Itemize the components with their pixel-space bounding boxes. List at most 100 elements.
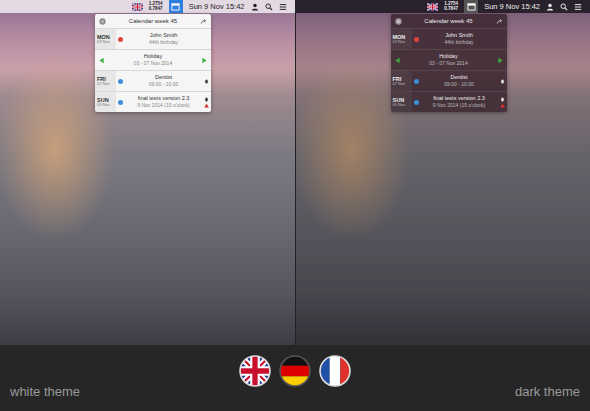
event-title: final tests version 2.3: [433, 95, 485, 102]
event-date-text: 07 Nov: [97, 82, 116, 86]
event-detail: 44th birthday: [445, 39, 474, 45]
event-title: final tests version 2.3: [138, 95, 190, 102]
event-title: Holiday: [144, 53, 162, 60]
desktop: 1.27540.7847 Sun 9 Nov 15:42 Calendar we…: [0, 0, 295, 345]
flag-icon[interactable]: [132, 3, 143, 11]
calendar-color-dot: [414, 79, 419, 84]
language-flags: [239, 355, 351, 387]
event-detail: 03 - 07 Nov 2014: [134, 60, 172, 66]
calendar-menu-item[interactable]: [169, 0, 183, 13]
popup-title: Calendar week 45: [406, 18, 492, 24]
event-date: MON 03 Nov: [95, 29, 116, 49]
previous-arrow-icon[interactable]: [98, 57, 105, 64]
event-detail: 09:00 - 10:00: [149, 81, 178, 87]
event-title: Dentist: [155, 74, 172, 81]
event-text: Dentist 09:00 - 10:00: [125, 74, 202, 87]
event-row[interactable]: SUN 09 Nov final tests version 2.3 9 Nov…: [391, 91, 507, 112]
next-arrow-icon[interactable]: [497, 57, 504, 64]
calendar-color-dot: [118, 100, 123, 105]
user-icon[interactable]: [546, 3, 554, 11]
event-status: [202, 97, 211, 108]
menu-clock[interactable]: Sun 9 Nov 15:42: [189, 2, 245, 11]
event-text: Holiday 03 - 07 Nov 2014: [401, 53, 497, 66]
warning-icon: [204, 103, 209, 108]
theme-label: dark theme: [460, 384, 580, 411]
event-title: Holiday: [439, 53, 457, 60]
event-title: Dentist: [450, 74, 467, 81]
footer-strip: white theme dark theme: [0, 345, 590, 411]
currency-rate: 0.7847: [149, 7, 163, 12]
search-icon[interactable]: [560, 3, 568, 11]
currency-rate: 0.7847: [444, 7, 458, 12]
calendar-color-dot: [414, 37, 419, 42]
germany-flag-icon[interactable]: [279, 355, 311, 387]
event-detail: 9 Nov 2014 (15 o'clock): [433, 102, 485, 108]
event-text: John Smith 44th birthday: [125, 32, 202, 45]
theme-label: white theme: [10, 384, 130, 411]
event-date-text: 09 Nov: [97, 103, 116, 107]
calendar-menu-item[interactable]: [464, 0, 478, 13]
uk-flag-icon[interactable]: [239, 355, 271, 387]
event-text: final tests version 2.3 9 Nov 2014 (15 o…: [125, 95, 202, 108]
event-text: final tests version 2.3 9 Nov 2014 (15 o…: [421, 95, 498, 108]
event-detail: 09:00 - 10:00: [444, 81, 473, 87]
event-detail: 03 - 07 Nov 2014: [429, 60, 467, 66]
event-status: [202, 79, 211, 84]
calendar-color-dot: [118, 37, 123, 42]
close-icon[interactable]: [395, 18, 402, 25]
event-date: FRI 07 Nov: [391, 71, 412, 91]
list-icon[interactable]: [279, 3, 287, 11]
event-title: John Smith: [445, 32, 473, 39]
event-status: [498, 97, 507, 108]
event-date-text: 03 Nov: [97, 40, 116, 44]
holiday-row[interactable]: Holiday 03 - 07 Nov 2014: [95, 49, 211, 70]
reminder-icon: [204, 79, 209, 84]
popup-header: Calendar week 45: [391, 14, 507, 28]
currency-rates[interactable]: 1.27540.7847: [149, 2, 163, 11]
event-row[interactable]: SUN 09 Nov final tests version 2.3 9 Nov…: [95, 91, 211, 112]
reminder-icon: [500, 97, 505, 102]
calendar-color-dot: [118, 79, 123, 84]
desktop: 1.27540.7847 Sun 9 Nov 15:42 Calendar we…: [296, 0, 590, 345]
holiday-row[interactable]: Holiday 03 - 07 Nov 2014: [391, 49, 507, 70]
menu-clock[interactable]: Sun 9 Nov 15:42: [484, 2, 540, 11]
event-date: MON 03 Nov: [391, 29, 412, 49]
event-title: John Smith: [150, 32, 178, 39]
calendar-color-dot: [414, 100, 419, 105]
event-date-text: 09 Nov: [393, 103, 412, 107]
event-row[interactable]: FRI 07 Nov Dentist 09:00 - 10:00: [391, 70, 507, 91]
event-row[interactable]: MON 03 Nov John Smith 44th birthday: [95, 28, 211, 49]
event-date: SUN 09 Nov: [391, 92, 412, 112]
calendar-icon: [467, 2, 476, 11]
share-arrow-icon[interactable]: [496, 18, 503, 25]
event-text: Holiday 03 - 07 Nov 2014: [105, 53, 201, 66]
menu-bar: 1.27540.7847 Sun 9 Nov 15:42: [0, 0, 295, 13]
next-arrow-icon[interactable]: [201, 57, 208, 64]
flag-icon[interactable]: [427, 3, 438, 11]
promo-screen: 1.27540.7847 Sun 9 Nov 15:42 Calendar we…: [0, 0, 590, 411]
event-date: SUN 09 Nov: [95, 92, 116, 112]
event-row[interactable]: MON 03 Nov John Smith 44th birthday: [391, 28, 507, 49]
event-detail: 44th birthday: [149, 39, 178, 45]
event-text: John Smith 44th birthday: [421, 32, 498, 45]
search-icon[interactable]: [265, 3, 273, 11]
menu-bar: 1.27540.7847 Sun 9 Nov 15:42: [296, 0, 590, 13]
warning-icon: [500, 103, 505, 108]
event-date-text: 03 Nov: [393, 40, 412, 44]
france-flag-icon[interactable]: [319, 355, 351, 387]
event-detail: 9 Nov 2014 (15 o'clock): [137, 102, 189, 108]
popup-header: Calendar week 45: [95, 14, 211, 28]
reminder-icon: [500, 79, 505, 84]
popup-title: Calendar week 45: [110, 18, 196, 24]
event-row[interactable]: FRI 07 Nov Dentist 09:00 - 10:00: [95, 70, 211, 91]
list-icon[interactable]: [574, 3, 582, 11]
currency-rates[interactable]: 1.27540.7847: [444, 2, 458, 11]
user-icon[interactable]: [251, 3, 259, 11]
event-date-text: 07 Nov: [393, 82, 412, 86]
calendar-icon: [171, 2, 180, 11]
reminder-icon: [204, 97, 209, 102]
previous-arrow-icon[interactable]: [394, 57, 401, 64]
event-text: Dentist 09:00 - 10:00: [421, 74, 498, 87]
close-icon[interactable]: [99, 18, 106, 25]
share-arrow-icon[interactable]: [200, 18, 207, 25]
